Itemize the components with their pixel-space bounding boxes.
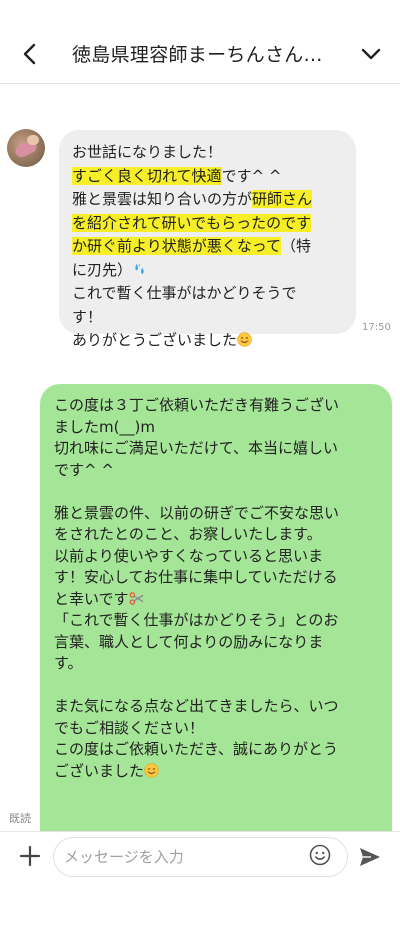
outgoing-message-bubble[interactable]: この度は３丁ご依頼いただき有難うござい ましたm(__)m 切れ味にご満足いただけて… [40, 384, 392, 834]
message-text: をされたとのこと、お察しいたします。 [54, 525, 322, 543]
message-composer [0, 831, 400, 881]
message-text: お世話になりました！ [72, 143, 223, 161]
chevron-down-icon [358, 42, 384, 66]
send-button[interactable] [358, 845, 382, 869]
message-text: ありがとうございました [72, 331, 238, 349]
message-line: 言葉、職人として何よりの励みになりま [54, 632, 382, 654]
message-text: す。 [54, 654, 83, 672]
message-line [54, 481, 382, 503]
message-line: すごく良く切れて快適です^ ^ [72, 165, 344, 189]
chat-header: 徳島県理容師まーちんさん... [0, 0, 400, 84]
message-text: です^ ^ [221, 166, 282, 185]
plus-icon [18, 845, 42, 872]
message-line: また気になる点など出てきましたら、いつ [54, 696, 382, 718]
message-text: に刃先） [72, 260, 133, 279]
highlighted-text: すごく良く切れて快適 [72, 166, 222, 185]
message-line: と幸いです [54, 589, 382, 611]
message-line: を紹介されて研いでもらったのです [72, 212, 344, 236]
message-text: また気になる点など出てきましたら、いつ [54, 697, 339, 715]
add-attachment-button[interactable] [18, 844, 42, 868]
message-text: 雅と景雲は知り合いの方が [72, 190, 253, 208]
emoji-button[interactable] [308, 843, 332, 867]
message-line: でもご相談ください！ [54, 718, 382, 740]
highlighted-text: か研ぐ前より状態が悪くなって [72, 237, 281, 255]
message-line: この度は３丁ご依頼いただき有難うござい [54, 395, 382, 417]
message-line: に刃先） [72, 259, 344, 283]
smiling-face-icon [144, 762, 159, 778]
message-line: お世話になりました！ [72, 141, 344, 165]
read-receipt: 既読 [9, 812, 31, 825]
highlighted-text: を紹介されて研いでもらったのです [72, 213, 312, 232]
message-input[interactable] [53, 837, 348, 877]
message-line: す。 [54, 653, 382, 675]
message-line: ございました [54, 761, 382, 783]
message-line: これで暫く仕事がはかどりそうで [72, 282, 344, 306]
scissors-icon [129, 591, 144, 606]
sender-avatar[interactable] [7, 129, 45, 167]
message-text: （特 [280, 237, 311, 255]
message-text: 切れ味にご満足いただけて、本当に嬉しい [54, 439, 338, 457]
sweat-droplets-icon [132, 261, 147, 276]
message-line: です^ ^ [54, 460, 382, 482]
message-text: す！安心してお仕事に集中していただける [54, 568, 338, 586]
smiling-face-icon [237, 331, 252, 347]
chat-title: 徳島県理容師まーちんさん... [72, 44, 323, 66]
back-button[interactable] [16, 38, 44, 70]
message-line: をされたとのこと、お察しいたします。 [54, 524, 382, 546]
send-icon [358, 848, 382, 873]
message-text: 以前より使いやすくなっていると思いま [54, 546, 323, 565]
message-line: 雅と景雲の件、以前の研ぎでご不安な思い [54, 503, 382, 525]
message-timestamp: 17:50 [362, 322, 391, 333]
chat-menu-button[interactable] [358, 42, 384, 66]
message-text: 雅と景雲の件、以前の研ぎでご不安な思い [54, 503, 340, 522]
message-text: ございました [54, 761, 145, 780]
message-line: この度はご依頼いただき、誠にありがとう [54, 739, 382, 761]
smiley-icon [308, 844, 332, 871]
message-line: ありがとうございました [72, 329, 344, 353]
message-text: この度はご依頼いただき、誠にありがとう [54, 740, 338, 758]
message-line: か研ぐ前より状態が悪くなって（特 [72, 235, 344, 259]
bottom-area [0, 881, 400, 932]
message-text: 「これで暫く仕事がはかどりそう」とのお [54, 611, 339, 629]
message-line: 雅と景雲は知り合いの方が研師さん [72, 188, 344, 212]
message-line: 切れ味にご満足いただけて、本当に嬉しい [54, 438, 382, 460]
message-text: 言葉、職人として何よりの励みになりま [54, 632, 324, 651]
message-line [54, 675, 382, 697]
message-text: と幸いです [54, 589, 129, 608]
message-text: ましたm(__)m [54, 417, 155, 436]
message-text: でもご相談ください！ [54, 718, 205, 737]
message-text: す！ [72, 307, 103, 326]
message-line: ましたm(__)m [54, 417, 382, 439]
message-text: この度は３丁ご依頼いただき有難うござい [54, 396, 340, 414]
incoming-message-bubble[interactable]: お世話になりました！ すごく良く切れて快適です^ ^ 雅と景雲は知り合いの方が研師さ… [59, 130, 356, 349]
message-line: す！安心してお仕事に集中していただける [54, 567, 382, 589]
message-line: 以前より使いやすくなっていると思いま [54, 546, 382, 568]
message-line: す！ [72, 306, 344, 330]
message-text: です^ ^ [54, 460, 114, 479]
chevron-left-icon [16, 38, 44, 70]
message-list[interactable]: お世話になりました！ すごく良く切れて快適です^ ^ 雅と景雲は知り合いの方が研師さ… [0, 85, 400, 834]
message-line: 「これで暫く仕事がはかどりそう」とのお [54, 610, 382, 632]
message-text: これで暫く仕事がはかどりそうで [72, 284, 297, 302]
highlighted-text: 研師さん [252, 190, 313, 208]
